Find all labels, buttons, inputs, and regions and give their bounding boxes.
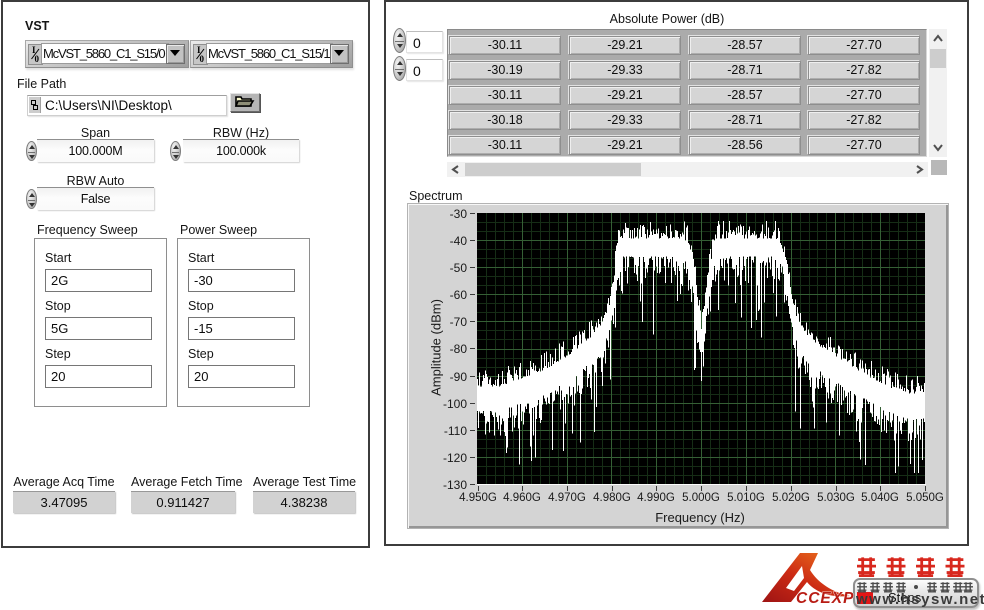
svg-text:CCEXP: CCEXP — [796, 590, 854, 607]
svg-text:0: 0 — [35, 54, 40, 64]
svg-text:0: 0 — [200, 54, 205, 64]
